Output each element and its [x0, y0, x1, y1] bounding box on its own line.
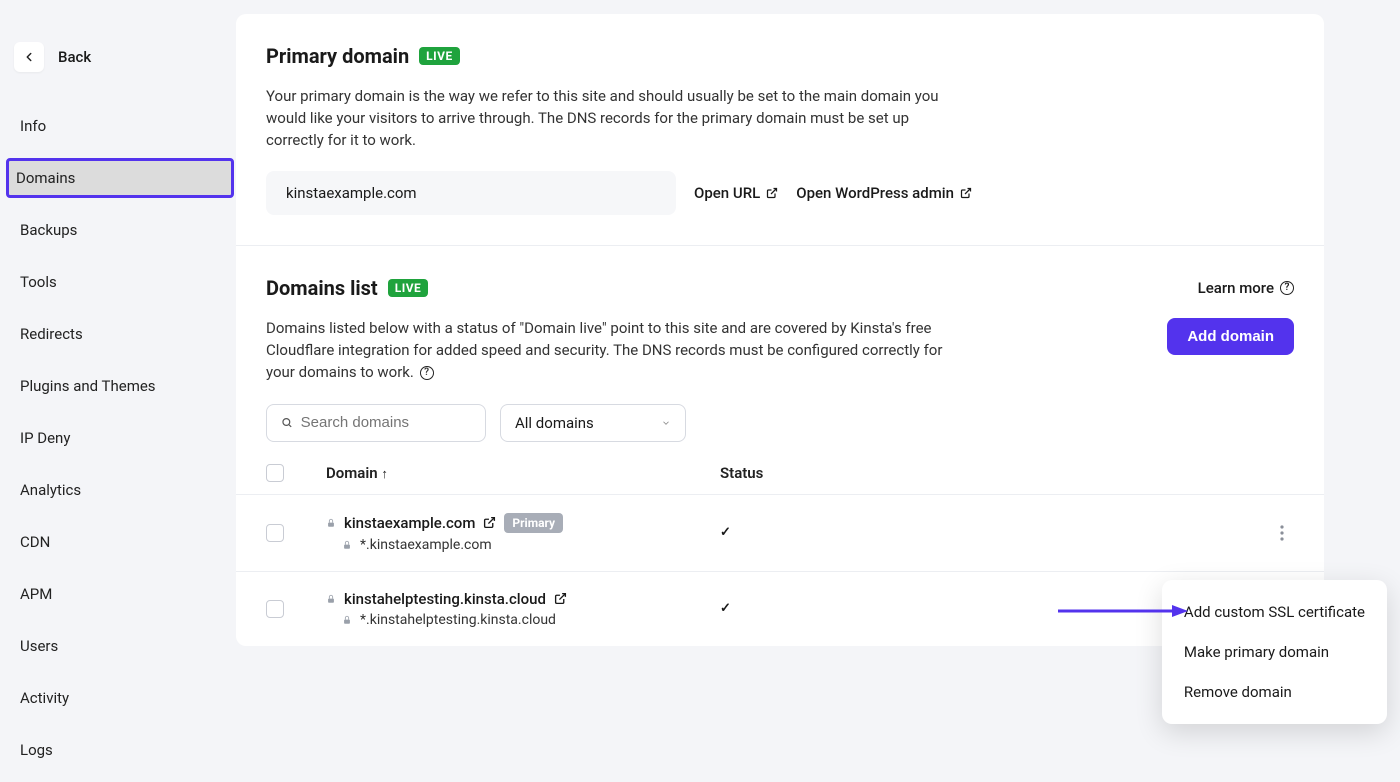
domains-table: Domain ↑ Status kinstaexample.com [236, 464, 1324, 646]
row-actions-menu: Add custom SSL certificate Make primary … [1162, 580, 1387, 724]
status-ok-icon: ✓ [720, 525, 840, 540]
domains-list-title: Domains list [266, 276, 378, 300]
primary-domain-section: Primary domain LIVE Your primary domain … [236, 14, 1324, 245]
open-wp-admin-link[interactable]: Open WordPress admin [796, 184, 972, 202]
help-circle-icon[interactable]: ? [420, 366, 434, 380]
external-link-icon[interactable] [554, 592, 567, 605]
live-badge: LIVE [388, 279, 429, 297]
wildcard-domain: *.kinstaexample.com [360, 537, 492, 553]
nav-item-cdn[interactable]: CDN [10, 522, 226, 562]
lock-icon [326, 517, 336, 529]
column-header-status[interactable]: Status [720, 464, 840, 482]
nav-item-apm[interactable]: APM [10, 574, 226, 614]
lock-icon [342, 539, 352, 551]
nav-item-activity[interactable]: Activity [10, 678, 226, 718]
row-actions-button[interactable] [1270, 521, 1294, 545]
nav-item-users[interactable]: Users [10, 626, 226, 666]
search-domains-input[interactable] [266, 404, 486, 442]
learn-more-link[interactable]: Learn more ? [1198, 279, 1294, 297]
sidebar: Back Info Domains Backups Tools Redirect… [0, 0, 236, 737]
primary-domain-title: Primary domain [266, 44, 409, 68]
nav-item-analytics[interactable]: Analytics [10, 470, 226, 510]
domain-name: kinstaexample.com [344, 514, 475, 532]
domains-card: Primary domain LIVE Your primary domain … [236, 14, 1324, 646]
nav-item-plugins-themes[interactable]: Plugins and Themes [10, 366, 226, 406]
row-checkbox[interactable] [266, 524, 284, 542]
primary-tag: Primary [504, 513, 563, 533]
external-link-icon[interactable] [483, 516, 496, 529]
open-url-link[interactable]: Open URL [694, 184, 778, 202]
filter-domains-select[interactable]: All domains [500, 404, 686, 442]
primary-domain-value: kinstaexample.com [266, 171, 676, 215]
kebab-icon [1280, 525, 1284, 541]
select-all-checkbox[interactable] [266, 464, 284, 482]
live-badge: LIVE [419, 47, 460, 65]
back-button[interactable]: Back [10, 36, 95, 78]
nav-item-domains[interactable]: Domains [6, 158, 234, 198]
table-header: Domain ↑ Status [236, 464, 1324, 494]
sidebar-nav: Info Domains Backups Tools Redirects Plu… [10, 106, 226, 782]
nav-item-redirects[interactable]: Redirects [10, 314, 226, 354]
search-domains-field[interactable] [301, 414, 471, 431]
primary-domain-description: Your primary domain is the way we refer … [266, 86, 946, 151]
menu-item-remove-domain[interactable]: Remove domain [1162, 672, 1387, 712]
add-domain-button[interactable]: Add domain [1167, 318, 1294, 355]
table-row: kinstahelptesting.kinsta.cloud *.kinstah… [236, 571, 1324, 646]
domain-name: kinstahelptesting.kinsta.cloud [344, 590, 546, 608]
lock-icon [326, 593, 336, 605]
nav-item-logs[interactable]: Logs [10, 730, 226, 770]
table-row: kinstaexample.com Primary *.kinstaexampl… [236, 494, 1324, 571]
domains-list-description: Domains listed below with a status of "D… [266, 318, 946, 383]
chevron-down-icon [661, 418, 671, 428]
search-icon [281, 416, 293, 429]
back-label: Back [58, 48, 91, 66]
menu-item-make-primary[interactable]: Make primary domain [1162, 632, 1387, 672]
nav-item-tools[interactable]: Tools [10, 262, 226, 302]
nav-item-ip-deny[interactable]: IP Deny [10, 418, 226, 458]
menu-item-add-ssl[interactable]: Add custom SSL certificate [1162, 592, 1387, 632]
sort-asc-icon: ↑ [381, 467, 388, 482]
column-header-domain[interactable]: Domain ↑ [326, 464, 720, 482]
open-url-label: Open URL [694, 184, 760, 202]
wildcard-domain: *.kinstahelptesting.kinsta.cloud [360, 612, 556, 628]
row-checkbox[interactable] [266, 600, 284, 618]
nav-item-info[interactable]: Info [10, 106, 226, 146]
external-link-icon [960, 187, 972, 199]
external-link-icon [766, 187, 778, 199]
back-arrow-icon [14, 42, 44, 72]
open-wp-label: Open WordPress admin [796, 184, 954, 202]
filter-label: All domains [515, 414, 594, 432]
learn-more-label: Learn more [1198, 279, 1274, 297]
domains-list-section: Domains list LIVE Learn more ? Domains l… [236, 245, 1324, 463]
help-circle-icon: ? [1280, 281, 1294, 295]
nav-item-backups[interactable]: Backups [10, 210, 226, 250]
lock-icon [342, 614, 352, 626]
status-ok-icon: ✓ [720, 601, 840, 616]
